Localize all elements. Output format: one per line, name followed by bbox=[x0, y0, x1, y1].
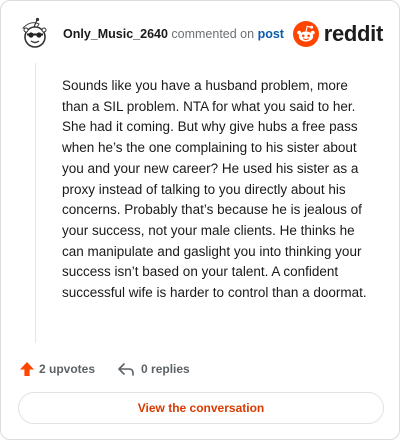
reply-count[interactable]: 0 replies bbox=[117, 361, 190, 377]
thread-line bbox=[35, 63, 36, 343]
post-link[interactable]: post bbox=[258, 27, 284, 41]
commented-label: commented on bbox=[171, 27, 255, 41]
upvote-arrow-icon[interactable] bbox=[19, 361, 35, 377]
view-conversation-button[interactable]: View the conversation bbox=[18, 392, 384, 424]
snoo-avatar-icon bbox=[17, 15, 53, 51]
author-line: Only_Music_2640 commented on post bbox=[63, 27, 284, 41]
avatar[interactable] bbox=[17, 15, 53, 51]
brand-wordmark: reddit bbox=[323, 21, 384, 46]
comment-header: Only_Music_2640 commented on post reddit bbox=[17, 15, 383, 55]
author-name[interactable]: Only_Music_2640 bbox=[63, 27, 168, 41]
comment-body: Sounds like you have a husband problem, … bbox=[62, 78, 367, 301]
comment-actions: 2 upvotes 0 replies bbox=[19, 359, 190, 379]
upvote-count[interactable]: 2 upvotes bbox=[19, 361, 95, 377]
upvotes-label: 2 upvotes bbox=[39, 362, 96, 376]
reddit-brand[interactable]: reddit bbox=[292, 19, 384, 49]
reply-arrow-icon[interactable] bbox=[117, 361, 135, 377]
reddit-logo-icon bbox=[292, 21, 319, 47]
replies-label: 0 replies bbox=[141, 362, 190, 376]
comment-card: Only_Music_2640 commented on post reddit… bbox=[0, 0, 400, 440]
